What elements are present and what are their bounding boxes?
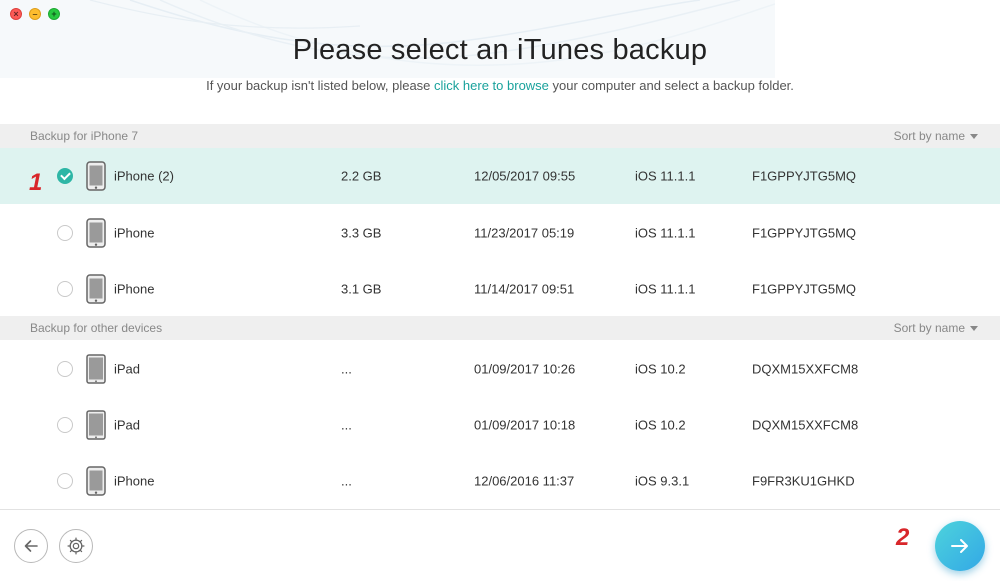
backup-date: 01/09/2017 10:18 [474,417,576,433]
ios-version: iOS 10.2 [635,361,686,377]
backup-date: 12/06/2016 11:37 [474,473,575,489]
serial-number: DQXM15XXFCM8 [752,417,859,433]
sort-label: Sort by name [893,129,965,143]
device-name: iPhone [114,473,155,489]
ios-version: iOS 11.1.1 [635,225,696,241]
device-name: iPhone [114,281,155,297]
serial-number: F1GPPYJTG5MQ [752,168,857,184]
backup-date: 01/09/2017 10:26 [474,361,576,377]
radio-unchecked-icon[interactable] [57,473,73,489]
device-name: iPad [114,361,141,377]
ios-version: iOS 11.1.1 [635,281,696,297]
backup-row[interactable]: iPhone 3.1 GB 11/14/2017 09:51 iOS 11.1.… [0,261,1000,317]
radio-checked-icon[interactable] [57,168,73,184]
backup-size: 2.2 GB [341,168,382,184]
window-maximize-button[interactable]: + [48,8,60,20]
iphone-icon [86,218,106,248]
footer-divider [0,509,1000,510]
window-close-button[interactable]: × [10,8,22,20]
section-header-other-devices: Backup for other devices Sort by name [0,316,1000,340]
iphone-icon [86,274,106,304]
device-name: iPhone (2) [114,168,174,184]
arrow-right-icon [951,539,968,553]
backup-date: 11/14/2017 09:51 [474,281,575,297]
radio-unchecked-icon[interactable] [57,417,73,433]
iphone-icon [86,161,106,191]
backup-row[interactable]: iPad ... 01/09/2017 10:26 iOS 10.2 DQXM1… [0,341,1000,397]
backup-size: ... [341,417,352,433]
sort-label: Sort by name [893,321,965,335]
ios-version: iOS 10.2 [635,417,686,433]
serial-number: F1GPPYJTG5MQ [752,225,857,241]
backup-row[interactable]: iPhone ... 12/06/2016 11:37 iOS 9.3.1 F9… [0,453,1000,509]
arrow-left-icon [24,540,38,552]
browse-link[interactable]: click here to browse [434,78,549,93]
sort-by-name-dropdown[interactable]: Sort by name [894,321,978,335]
device-name: iPad [114,417,141,433]
page-subtitle: If your backup isn't listed below, pleas… [0,78,1000,93]
gear-icon [67,537,85,555]
serial-number: F9FR3KU1GHKD [752,473,855,489]
device-name: iPhone [114,225,155,241]
section-label: Backup for iPhone 7 [30,129,139,143]
backup-size: 3.3 GB [341,225,382,241]
backup-row[interactable]: iPhone (2) 2.2 GB 12/05/2017 09:55 iOS 1… [0,148,1000,204]
section-label: Backup for other devices [30,321,163,335]
subtitle-text-after: your computer and select a backup folder… [548,78,794,93]
ipad-icon [86,354,106,384]
backup-size: ... [341,361,352,377]
page-title: Please select an iTunes backup [292,34,708,66]
back-button[interactable] [14,529,48,563]
window-controls: × – + [10,8,60,20]
backup-size: 3.1 GB [341,281,382,297]
caret-down-icon [970,133,978,139]
radio-unchecked-icon[interactable] [57,281,73,297]
backup-row[interactable]: iPhone 3.3 GB 11/23/2017 05:19 iOS 11.1.… [0,205,1000,261]
serial-number: F1GPPYJTG5MQ [752,281,857,297]
backup-size: ... [341,473,352,489]
backup-date: 11/23/2017 05:19 [474,225,575,241]
ios-version: iOS 11.1.1 [635,168,696,184]
minimize-icon: – [32,8,38,19]
maximize-icon: + [51,8,57,19]
iphone-icon [86,466,106,496]
close-icon: × [13,8,19,19]
backup-date: 12/05/2017 09:55 [474,168,576,184]
step-1-annotation: 1 [29,169,43,196]
caret-down-icon [970,325,978,331]
step-2-annotation: 2 [896,524,910,551]
sort-by-name-dropdown[interactable]: Sort by name [894,129,978,143]
window-minimize-button[interactable]: – [29,8,41,20]
ipad-icon [86,410,106,440]
radio-unchecked-icon[interactable] [57,361,73,377]
ios-version: iOS 9.3.1 [635,473,690,489]
section-header-iphone7: Backup for iPhone 7 Sort by name [0,124,1000,148]
next-button[interactable] [935,521,985,571]
settings-button[interactable] [59,529,93,563]
subtitle-text-before: If your backup isn't listed below, pleas… [206,78,435,93]
backup-row[interactable]: iPad ... 01/09/2017 10:18 iOS 10.2 DQXM1… [0,397,1000,453]
radio-unchecked-icon[interactable] [57,225,73,241]
serial-number: DQXM15XXFCM8 [752,361,859,377]
